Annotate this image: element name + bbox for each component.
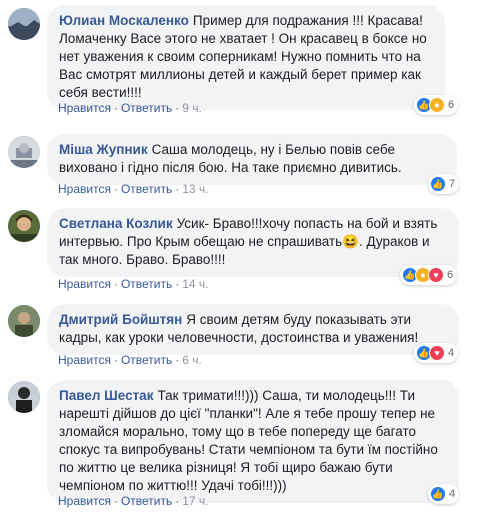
like-link[interactable]: Нравится [58, 494, 111, 508]
reaction-summary[interactable]: 👍 7 [428, 174, 460, 194]
comment-author[interactable]: Светлана Козлик [59, 216, 173, 231]
comment-author[interactable]: Міша Жупник [59, 142, 148, 157]
avatar-image [8, 305, 40, 337]
reaction-summary[interactable]: 👍 ● ♥ 6 [400, 265, 458, 285]
reaction-summary[interactable]: 👍 ♥ 4 [414, 343, 459, 363]
separator: · [175, 353, 180, 367]
separator: · [113, 494, 118, 508]
comment-bubble: Павел Шестак Так тримати!!!))) Саша, ти м… [47, 380, 459, 503]
reply-link[interactable]: Ответить [121, 353, 172, 367]
comment-time[interactable]: 17 ч. [182, 494, 208, 508]
comment-author[interactable]: Павел Шестак [59, 388, 153, 403]
comment-time[interactable]: 6 ч. [182, 353, 202, 367]
reaction-count: 7 [449, 178, 456, 190]
comment-bubble: Міша Жупник Саша молодець, ну і Белью пов… [47, 134, 457, 185]
comment-actions: Нравится · Ответить · 14 ч. [58, 276, 209, 292]
reply-link[interactable]: Ответить [121, 101, 172, 115]
reaction-count: 4 [448, 347, 455, 359]
avatar-image [8, 136, 40, 168]
comment-author[interactable]: Дмитрий Бойштян [59, 312, 182, 327]
avatar[interactable] [8, 8, 40, 40]
separator: · [175, 101, 180, 115]
separator: · [113, 101, 118, 115]
separator: · [175, 182, 180, 196]
comment-author[interactable]: Юлиан Москаленко [59, 13, 189, 28]
reaction-count: 4 [449, 488, 456, 500]
avatar[interactable] [8, 210, 40, 242]
comment-time[interactable]: 13 ч. [182, 182, 208, 196]
love-icon: ♥ [429, 345, 445, 361]
comment-bubble: Юлиан Москаленко Пример для подражания !!… [47, 5, 445, 110]
reply-link[interactable]: Ответить [121, 494, 172, 508]
reaction-count: 6 [447, 269, 454, 281]
like-link[interactable]: Нравится [58, 101, 111, 115]
comment-time[interactable]: 9 ч. [182, 101, 202, 115]
love-icon: ♥ [428, 267, 444, 283]
comment-time[interactable]: 14 ч. [182, 277, 208, 291]
comment-actions: Нравится · Ответить · 9 ч. [58, 100, 202, 116]
avatar[interactable] [8, 381, 40, 413]
avatar[interactable] [8, 136, 40, 168]
like-link[interactable]: Нравится [58, 353, 111, 367]
separator: · [113, 353, 118, 367]
comment-actions: Нравится · Ответить · 6 ч. [58, 352, 202, 368]
comment-actions: Нравится · Ответить · 13 ч. [58, 181, 209, 197]
reaction-summary[interactable]: 👍 ● 6 [414, 95, 459, 115]
like-link[interactable]: Нравится [58, 277, 111, 291]
comment-text: Так тримати!!!))) Саша, ти молодець!!! Т… [59, 388, 438, 493]
like-icon: 👍 [430, 486, 446, 502]
comment-bubble: Дмитрий Бойштян Я своим детям буду показы… [47, 304, 459, 355]
avatar-image [8, 210, 40, 242]
laughing-emoji-icon: 😆 [342, 234, 359, 249]
reply-link[interactable]: Ответить [121, 277, 172, 291]
like-link[interactable]: Нравится [58, 182, 111, 196]
reaction-count: 6 [448, 99, 455, 111]
separator: · [175, 277, 180, 291]
like-icon: 👍 [430, 176, 446, 192]
comment-bubble: Светлана Козлик Усик- Браво!!!хочу попаст… [47, 208, 459, 277]
separator: · [175, 494, 180, 508]
avatar-image [8, 8, 40, 40]
avatar-image [8, 381, 40, 413]
wow-icon: ● [429, 97, 445, 113]
reply-link[interactable]: Ответить [121, 182, 172, 196]
separator: · [113, 182, 118, 196]
reaction-summary[interactable]: 👍 4 [428, 484, 460, 504]
comment-actions: Нравится · Ответить · 17 ч. [58, 493, 209, 509]
avatar[interactable] [8, 305, 40, 337]
separator: · [113, 277, 118, 291]
